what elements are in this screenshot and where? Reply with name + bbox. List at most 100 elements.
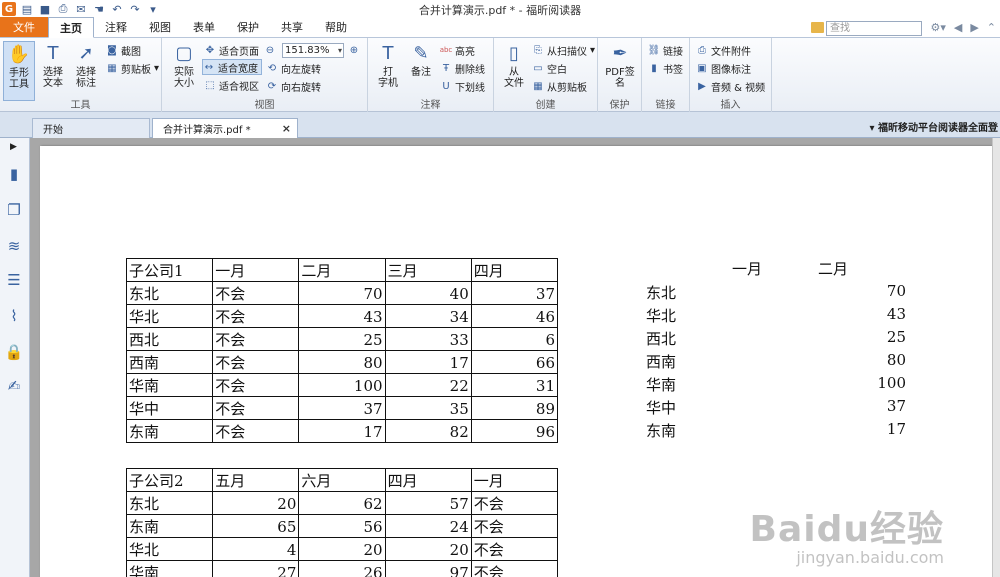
open-icon[interactable]: ▤ xyxy=(20,2,34,16)
tab-view[interactable]: 视图 xyxy=(138,17,182,37)
rotate-left-icon: ⟲ xyxy=(267,62,277,74)
rotate-left-button[interactable]: ⟲ 向左旋转 xyxy=(266,60,321,76)
group-tools: ✋ 手形 工具 T 选择 文本 ➚ 选择 标注 ◙ 截图 ▦ 剪贴板 ▾ 工具 xyxy=(0,38,162,112)
blank-button[interactable]: ▭ 空白 xyxy=(532,60,567,76)
security-panel-icon[interactable]: 🔒 xyxy=(4,342,24,362)
zoom-in-button[interactable]: ⊕ xyxy=(348,42,360,58)
cell: 25 xyxy=(298,327,386,351)
tab-start[interactable]: 开始 xyxy=(32,118,150,138)
forward-icon[interactable]: ▶ xyxy=(970,21,978,34)
promo-banner[interactable]: ▾ 福昕移动平台阅读器全面登 xyxy=(869,119,998,134)
hand-mini-icon[interactable]: ☚ xyxy=(92,2,106,16)
row-label: 西北 xyxy=(646,330,677,348)
tab-home[interactable]: 主页 xyxy=(48,17,94,38)
cell: 17 xyxy=(298,419,386,443)
cell: 不会 xyxy=(470,491,559,515)
cell: 4 xyxy=(212,537,300,561)
hand-tool-button[interactable]: ✋ 手形 工具 xyxy=(3,41,35,101)
pages-panel-icon[interactable]: ❐ xyxy=(4,200,24,220)
attachments-panel-icon[interactable]: ⌇ xyxy=(4,306,24,326)
strikeout-button[interactable]: Ŧ 删除线 xyxy=(440,60,485,76)
cell: 80 xyxy=(886,351,906,369)
cell: 20 xyxy=(298,537,386,561)
underline-button[interactable]: U 下划线 xyxy=(440,78,485,94)
tab-help[interactable]: 帮助 xyxy=(314,17,358,37)
close-icon[interactable]: × xyxy=(282,122,291,135)
ribbon-collapse-icon[interactable]: ⌃ xyxy=(987,21,996,34)
clipboard-icon: ▦ xyxy=(533,80,543,92)
signatures-panel-icon[interactable]: ✍ xyxy=(4,376,24,396)
actual-size-button[interactable]: ▢ 实际 大小 xyxy=(168,41,200,89)
from-file-button[interactable]: ▯ 从 文件 xyxy=(498,41,530,89)
fit-width-button[interactable]: ↔ 适合宽度 xyxy=(202,59,262,75)
tab-share[interactable]: 共享 xyxy=(270,17,314,37)
actual-size-icon: ▢ xyxy=(175,42,193,64)
highlight-button[interactable]: abc 高亮 xyxy=(440,42,475,58)
camera-icon: ◙ xyxy=(107,44,117,56)
screenshot-button[interactable]: ◙ 截图 xyxy=(106,42,141,58)
bookmarks-panel-icon[interactable]: ▮ xyxy=(4,164,24,184)
cell: 26 xyxy=(298,560,386,577)
undo-icon[interactable]: ↶ xyxy=(110,2,124,16)
summary-row: 华北 43 xyxy=(646,305,906,328)
back-icon[interactable]: ◀ xyxy=(954,21,962,34)
from-scanner-button[interactable]: ⎘ 从扫描仪 ▾ xyxy=(532,42,595,58)
note-icon: ✎ xyxy=(413,42,429,64)
cell: 27 xyxy=(212,560,300,577)
comments-panel-icon[interactable]: ☰ xyxy=(4,270,24,290)
document-view[interactable]: 子公司1 一月 二月 三月 四月 东北 不会 70 40 37 华北 不会 43 34 46 西… xyxy=(30,138,1000,577)
customize-dropdown-icon[interactable]: ▾ xyxy=(146,2,160,16)
fit-visible-icon: ⬚ xyxy=(205,79,215,91)
row-label: 东南 xyxy=(125,419,214,443)
save-icon[interactable]: ■ xyxy=(38,2,52,16)
redo-icon[interactable]: ↷ xyxy=(128,2,142,16)
from-clipboard-button[interactable]: ▦ 从剪贴板 xyxy=(532,78,587,94)
pen-icon: ✒ xyxy=(612,42,628,64)
pdf-sign-button[interactable]: ✒ PDF签 名 xyxy=(604,41,636,89)
table-row: 东南 65 56 24 不会 xyxy=(125,514,559,538)
folder-icon[interactable] xyxy=(811,22,824,33)
tab-comment[interactable]: 注释 xyxy=(94,17,138,37)
link-button[interactable]: ⛓ 链接 xyxy=(648,42,683,58)
layers-panel-icon[interactable]: ≋ xyxy=(4,236,24,256)
audio-video-button[interactable]: ▶ 音频 & 视频 xyxy=(696,78,765,94)
app-logo-icon[interactable]: G xyxy=(2,2,16,16)
tab-protect[interactable]: 保护 xyxy=(226,17,270,37)
typewriter-button[interactable]: T 打 字机 xyxy=(372,41,404,89)
zoom-out-button[interactable]: ⊖ xyxy=(264,42,276,58)
vertical-scrollbar[interactable] xyxy=(992,138,1000,577)
clipboard-button[interactable]: ▦ 剪贴板 ▾ xyxy=(106,60,159,76)
fit-visible-button[interactable]: ⬚ 适合视区 xyxy=(204,77,259,93)
search-input[interactable]: 查找 xyxy=(826,21,922,36)
chevron-down-icon[interactable]: ▾ xyxy=(338,44,342,57)
fit-page-icon: ✥ xyxy=(205,44,215,56)
cell: 57 xyxy=(384,491,472,515)
select-text-button[interactable]: T 选择 文本 xyxy=(37,41,69,89)
cell: 89 xyxy=(470,396,559,420)
cell: 37 xyxy=(470,281,559,305)
expand-panel-icon[interactable]: ▶ xyxy=(10,142,17,152)
cell: 20 xyxy=(212,491,300,515)
file-attachment-button[interactable]: ⎙ 文件附件 xyxy=(696,42,751,58)
group-links: ⛓ 链接 ▮ 书签 链接 xyxy=(642,38,690,112)
tab-current-document[interactable]: 合并计算演示.pdf * × xyxy=(152,118,298,138)
rotate-right-button[interactable]: ⟳ 向右旋转 xyxy=(266,78,321,94)
cell: 不会 xyxy=(470,514,559,538)
fit-page-button[interactable]: ✥ 适合页面 xyxy=(204,42,259,58)
cell: 100 xyxy=(298,373,386,397)
settings-icon[interactable]: ⚙▾ xyxy=(930,21,945,34)
row-label: 华中 xyxy=(646,399,677,417)
row-label: 西南 xyxy=(125,350,214,374)
bookmark-button[interactable]: ▮ 书签 xyxy=(648,60,683,76)
print-icon[interactable]: ⎙ xyxy=(56,2,70,16)
image-annotation-button[interactable]: ▣ 图像标注 xyxy=(696,60,751,76)
cell: 不会 xyxy=(212,396,300,420)
tab-form[interactable]: 表单 xyxy=(182,17,226,37)
zoom-input[interactable]: 151.83% ▾ xyxy=(282,43,344,58)
note-button[interactable]: ✎ 备注 xyxy=(405,41,437,78)
select-annotation-button[interactable]: ➚ 选择 标注 xyxy=(70,41,102,89)
tab-file[interactable]: 文件 xyxy=(0,17,48,37)
email-icon[interactable]: ✉ xyxy=(74,2,88,16)
cell: 80 xyxy=(298,350,386,374)
cell: 97 xyxy=(384,560,472,577)
